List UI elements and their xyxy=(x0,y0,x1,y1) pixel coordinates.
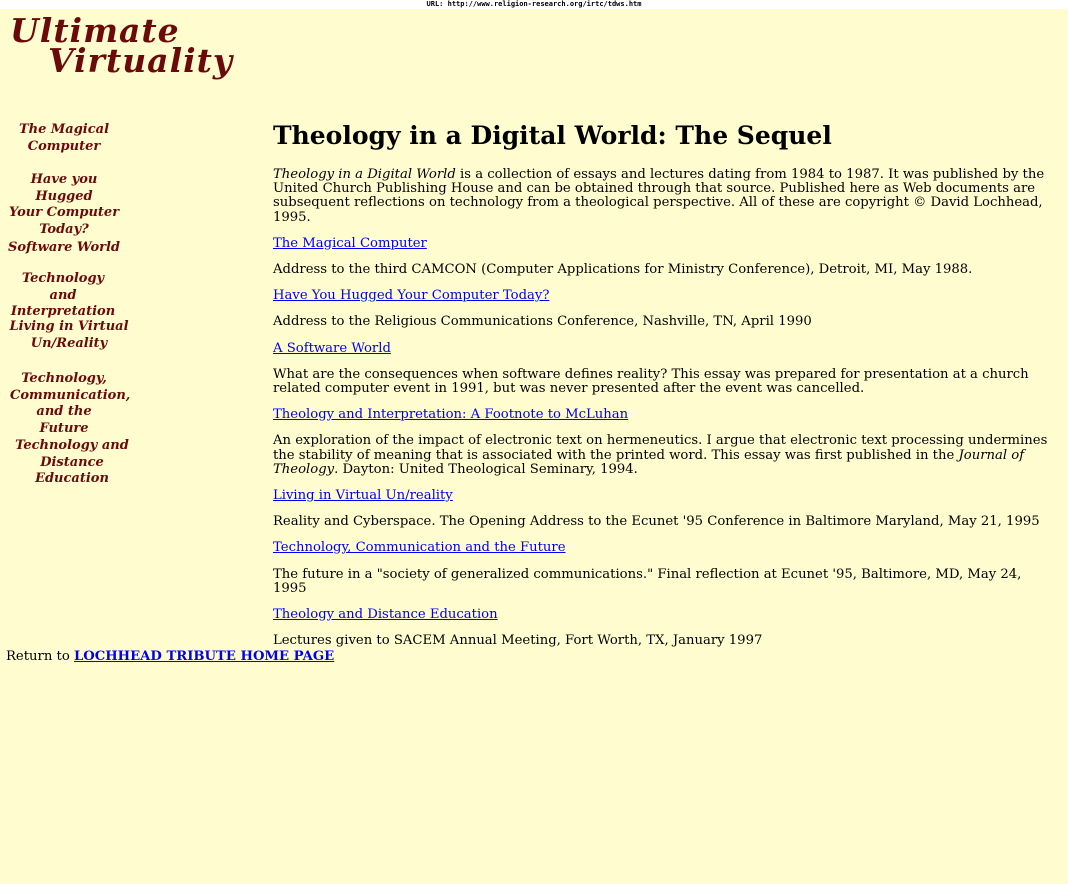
tribute-home-link[interactable]: LOCHHEAD TRIBUTE HOME PAGE xyxy=(74,649,334,664)
essay-link-theology-interpretation[interactable]: Theology and Interpretation: A Footnote … xyxy=(273,407,628,422)
essay-description-text: An exploration of the impact of electron… xyxy=(273,433,1048,463)
list-item: Have You Hugged Your Computer Today? xyxy=(273,289,1058,303)
nav-living-virtual-unreality[interactable]: Living in Virtual Un/Reality xyxy=(8,319,130,352)
essay-link-magical-computer[interactable]: The Magical Computer xyxy=(273,236,427,251)
intro-book-title: Theology in a Digital World xyxy=(273,167,456,182)
nav-software-world[interactable]: Software World xyxy=(8,240,120,257)
nav-technology-interpretation[interactable]: Technology and Interpretation xyxy=(10,271,116,321)
essay-link-technology-communication-future[interactable]: Technology, Communication and the Future xyxy=(273,540,566,555)
essay-link-theology-distance-education[interactable]: Theology and Distance Education xyxy=(273,607,498,622)
nav-technology-distance-education[interactable]: Technology and Distance Education xyxy=(6,438,138,488)
essay-description: What are the consequences when software … xyxy=(273,366,1029,397)
list-item: A Software World xyxy=(273,341,1058,356)
essay-link-software-world[interactable]: A Software World xyxy=(273,341,391,356)
essay-description: Reality and Cyberspace. The Opening Addr… xyxy=(273,514,1040,530)
return-label: Return to xyxy=(6,649,74,664)
essay-description: Address to the third CAMCON (Computer Ap… xyxy=(273,262,973,278)
nav-magical-computer[interactable]: The Magical Computer xyxy=(14,122,114,155)
main-content: Theology in a Digital World: The Sequel … xyxy=(273,118,1058,660)
intro-paragraph: Theology in a Digital World is a collect… xyxy=(273,167,1058,225)
essay-link-hugged-computer[interactable]: Have You Hugged Your Computer Today? xyxy=(273,288,549,303)
list-item: Theology and Distance Education xyxy=(273,607,1058,622)
essay-description: The future in a "society of generalized … xyxy=(273,566,1022,596)
list-item: Theology and Interpretation: A Footnote … xyxy=(273,408,1058,422)
essay-link-living-virtual-unreality[interactable]: Living in Virtual Un/reality xyxy=(273,488,453,503)
essay-description: Lectures given to SACEM Annual Meeting, … xyxy=(273,633,763,649)
list-item: The Magical Computer xyxy=(273,236,1058,251)
essay-description-text-end: . Dayton: United Theological Seminary, 1… xyxy=(334,461,638,477)
site-logo[interactable]: Ultimate Virtuality xyxy=(10,14,234,80)
essay-description: An exploration of the impact of electron… xyxy=(273,434,1058,477)
nav-technology-communication-future[interactable]: Technology, Communication, and the Futur… xyxy=(10,371,130,437)
list-item: Technology, Communication and the Future xyxy=(273,541,1058,555)
list-item: Living in Virtual Un/reality xyxy=(273,488,1058,503)
page-title: Theology in a Digital World: The Sequel xyxy=(273,121,832,150)
return-footer: Return to LOCHHEAD TRIBUTE HOME PAGE xyxy=(6,649,334,665)
nav-hugged-computer[interactable]: Have you Hugged Your Computer Today? xyxy=(8,172,120,238)
url-banner: URL: http://www.religion-research.org/ir… xyxy=(0,0,1068,9)
essay-description: Address to the Religious Communications … xyxy=(273,314,812,330)
logo-line-2: Virtuality xyxy=(48,41,234,80)
